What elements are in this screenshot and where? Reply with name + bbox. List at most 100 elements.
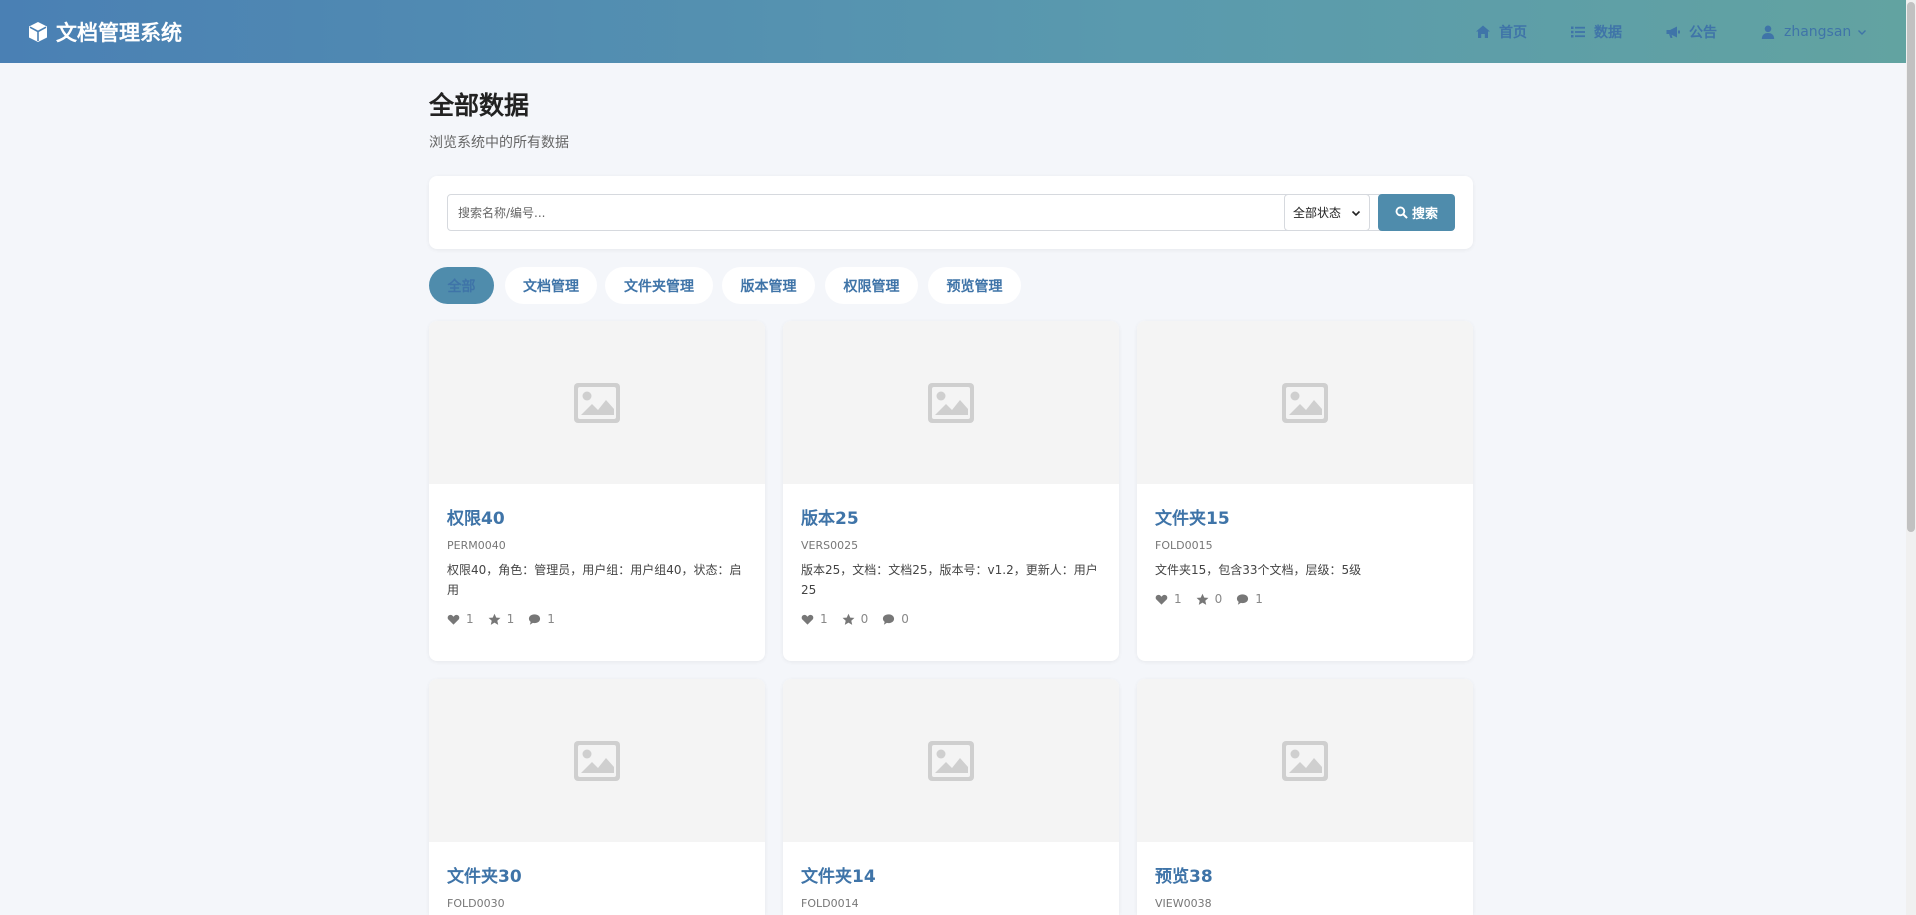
like-stat[interactable]: 1 <box>801 612 828 626</box>
card-description: 文件夹15，包含33个文档，层级：5级 <box>1155 563 1362 577</box>
brand[interactable]: 文档管理系统 <box>26 16 182 48</box>
star-count: 0 <box>860 612 869 626</box>
comment-icon <box>1237 593 1249 605</box>
star-stat[interactable]: 1 <box>488 612 515 626</box>
nav-notice[interactable]: 公告 <box>1665 22 1717 42</box>
card-title[interactable]: 权限40 <box>447 504 747 529</box>
chevron-down-icon <box>1351 210 1361 216</box>
like-count: 1 <box>466 612 474 626</box>
star-stat[interactable]: 0 <box>1196 592 1223 606</box>
star-count: 0 <box>1214 592 1223 606</box>
card-stats: 1 0 0 <box>801 612 1101 626</box>
card-code: FOLD0014 <box>801 897 859 910</box>
nav-notice-label: 公告 <box>1689 25 1717 41</box>
search-button[interactable]: 搜索 <box>1378 194 1455 231</box>
star-count: 1 <box>506 612 515 626</box>
star-stat[interactable]: 0 <box>842 612 869 626</box>
comment-stat[interactable]: 0 <box>882 612 909 626</box>
card-title[interactable]: 文件夹15 <box>1155 504 1455 529</box>
image-icon <box>1282 382 1328 423</box>
heart-icon <box>801 614 814 625</box>
like-stat[interactable]: 1 <box>447 612 474 626</box>
heart-icon <box>1155 594 1168 605</box>
user-menu[interactable]: zhangsan <box>1760 22 1875 42</box>
username: zhangsan <box>1784 24 1852 40</box>
nav-home[interactable]: 首页 <box>1475 22 1527 42</box>
chevron-down-icon <box>1858 30 1867 35</box>
megaphone-icon <box>1666 26 1680 38</box>
like-stat[interactable]: 1 <box>1155 592 1182 606</box>
tab-label: 文件夹管理 <box>624 278 694 295</box>
image-icon <box>574 382 620 423</box>
card-stats: 1 1 1 <box>447 612 747 626</box>
card-thumbnail <box>1137 679 1473 842</box>
tab-versions[interactable]: 版本管理 <box>722 267 815 304</box>
tab-documents[interactable]: 文档管理 <box>505 267 597 304</box>
card-title[interactable]: 文件夹14 <box>801 862 1101 887</box>
nav-home-label: 首页 <box>1499 25 1527 41</box>
status-select[interactable]: 全部状态 <box>1284 194 1370 231</box>
cube-icon <box>29 22 47 42</box>
tab-label: 版本管理 <box>740 278 797 295</box>
comment-count: 0 <box>901 612 909 626</box>
card-thumbnail <box>1137 321 1473 484</box>
comment-stat[interactable]: 1 <box>1236 592 1263 606</box>
card-code: FOLD0030 <box>447 897 505 910</box>
tab-label: 预览管理 <box>946 278 1003 295</box>
nav-data[interactable]: 数据 <box>1570 22 1622 42</box>
brand-name: 文档管理系统 <box>56 21 182 45</box>
card-description: 权限40，角色：管理员，用户组：用户组40，状态：启用 <box>447 563 742 597</box>
like-count: 1 <box>820 612 828 626</box>
page-scrollbar[interactable] <box>1906 0 1916 915</box>
data-card[interactable]: 文件夹30 FOLD0030 <box>429 679 765 915</box>
card-thumbnail <box>429 679 765 842</box>
card-thumbnail <box>783 679 1119 842</box>
page-title: 全部数据 <box>429 91 530 120</box>
card-code: FOLD0015 <box>1155 539 1213 552</box>
tab-label: 权限管理 <box>843 278 900 295</box>
card-code: VERS0025 <box>801 539 859 552</box>
card-title[interactable]: 预览38 <box>1155 862 1455 887</box>
search-icon <box>1395 206 1408 219</box>
star-icon <box>842 613 855 625</box>
tab-label: 文档管理 <box>523 278 579 295</box>
comment-icon <box>529 613 541 625</box>
comment-icon <box>883 613 895 625</box>
tab-label: 全部 <box>447 278 476 295</box>
card-thumbnail <box>429 321 765 484</box>
image-icon <box>574 740 620 781</box>
search-button-label: 搜索 <box>1411 207 1438 222</box>
scrollbar-thumb[interactable] <box>1907 2 1915 532</box>
card-title[interactable]: 文件夹30 <box>447 862 747 887</box>
card-code: VIEW0038 <box>1155 897 1212 910</box>
star-icon <box>488 613 501 625</box>
data-card[interactable]: 权限40 PERM0040 权限40，角色：管理员，用户组：用户组40，状态：启… <box>429 321 765 661</box>
comment-stat[interactable]: 1 <box>528 612 555 626</box>
heart-icon <box>447 614 460 625</box>
comment-count: 1 <box>547 612 555 626</box>
image-icon <box>928 740 974 781</box>
tab-all[interactable]: 全部 <box>429 267 494 304</box>
tab-previews[interactable]: 预览管理 <box>928 267 1021 304</box>
data-card[interactable]: 版本25 VERS0025 版本25，文档：文档25，版本号：v1.2，更新人：… <box>783 321 1119 661</box>
nav-data-label: 数据 <box>1594 25 1622 41</box>
data-card[interactable]: 文件夹14 FOLD0014 <box>783 679 1119 915</box>
data-card[interactable]: 预览38 VIEW0038 <box>1137 679 1473 915</box>
user-icon <box>1761 25 1775 39</box>
tab-permissions[interactable]: 权限管理 <box>825 267 918 304</box>
image-icon <box>928 382 974 423</box>
card-title[interactable]: 版本25 <box>801 504 1101 529</box>
card-thumbnail <box>783 321 1119 484</box>
page-subtitle: 浏览系统中的所有数据 <box>429 135 569 151</box>
data-card[interactable]: 文件夹15 FOLD0015 文件夹15，包含33个文档，层级：5级 1 0 1 <box>1137 321 1473 661</box>
home-icon <box>1476 25 1490 38</box>
comment-count: 1 <box>1255 592 1263 606</box>
tab-folders[interactable]: 文件夹管理 <box>605 267 713 304</box>
card-description: 版本25，文档：文档25，版本号：v1.2，更新人：用户25 <box>801 563 1098 597</box>
top-navbar: 文档管理系统 首页 数据 公告 zhangsan <box>0 0 1906 63</box>
card-code: PERM0040 <box>447 539 506 552</box>
status-select-value: 全部状态 <box>1293 206 1342 220</box>
image-icon <box>1282 740 1328 781</box>
list-icon <box>1571 26 1585 38</box>
card-stats: 1 0 1 <box>1155 592 1455 606</box>
